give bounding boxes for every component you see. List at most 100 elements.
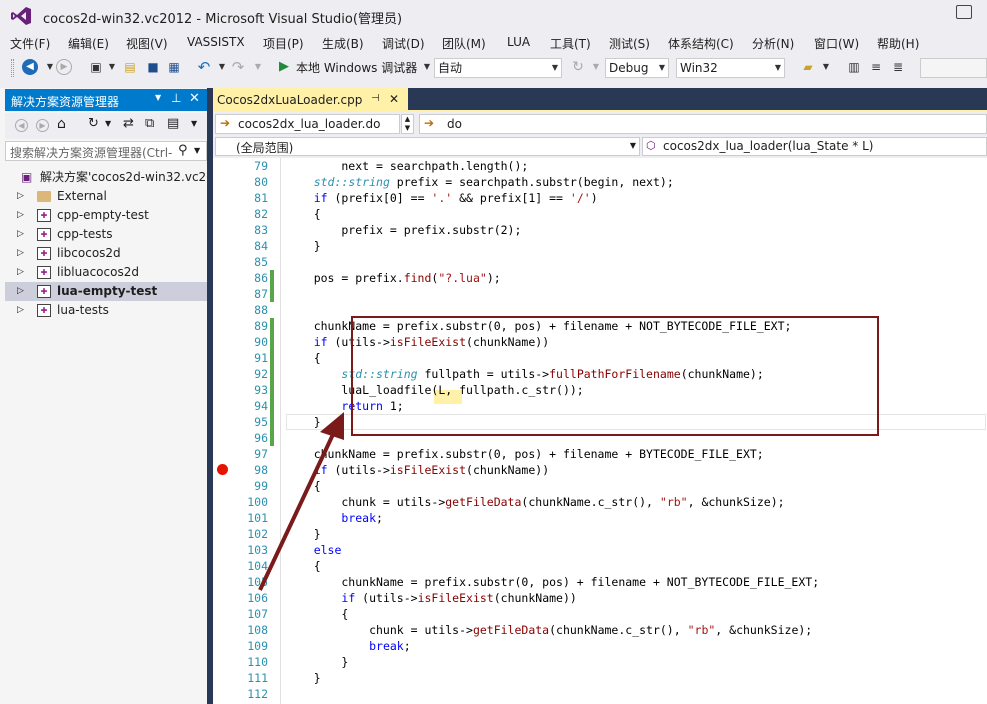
home-icon[interactable]: ⌂ bbox=[57, 116, 66, 132]
menu-help[interactable]: 帮助(H) bbox=[877, 35, 919, 52]
search-options-dropdown-icon[interactable]: ▼ bbox=[194, 146, 200, 155]
pin-tab-icon[interactable]: ⊣ bbox=[371, 93, 380, 104]
pending-changes-icon[interactable]: ⇄ bbox=[123, 116, 134, 131]
menu-team[interactable]: 团队(M) bbox=[442, 35, 486, 52]
cpp-project-icon: ✚ bbox=[37, 228, 51, 241]
collapse-all-icon[interactable]: ⧉ bbox=[145, 116, 154, 131]
undo-dropdown-icon[interactable]: ▼ bbox=[214, 59, 230, 75]
sync-icon[interactable]: ↻ bbox=[88, 116, 99, 131]
code-line[interactable]: std::string prefix = searchpath.substr(b… bbox=[286, 174, 674, 190]
code-line[interactable]: { bbox=[286, 606, 348, 622]
breakpoint-icon[interactable] bbox=[217, 464, 228, 475]
feedback-icon[interactable] bbox=[956, 5, 972, 19]
show-all-files-icon[interactable]: ▤ bbox=[167, 116, 179, 131]
tree-item-solution[interactable]: ▣ 解决方案'cocos2d-win32.vc20 bbox=[5, 168, 207, 187]
va-symbol-combo[interactable]: ➔ do bbox=[419, 114, 987, 134]
code-line[interactable]: next = searchpath.length(); bbox=[286, 158, 528, 174]
open-file-icon[interactable]: ▤ bbox=[122, 59, 138, 75]
redo-dropdown-icon[interactable]: ▼ bbox=[250, 59, 266, 75]
save-icon[interactable]: ■ bbox=[145, 59, 161, 75]
tree-item-project[interactable]: ▷ ✚ cpp-tests bbox=[5, 225, 207, 244]
code-line[interactable]: } bbox=[286, 238, 321, 254]
undo-icon[interactable]: ↶ bbox=[196, 59, 212, 75]
code-line[interactable]: chunk = utils->getFileData(chunkName.c_s… bbox=[286, 494, 784, 510]
code-line[interactable]: pos = prefix.find("?.lua"); bbox=[286, 270, 501, 286]
start-debug-icon[interactable]: ▶ bbox=[276, 59, 292, 75]
code-line[interactable]: chunkName = prefix.substr(0, pos) + file… bbox=[286, 574, 819, 590]
code-line[interactable]: } bbox=[286, 654, 348, 670]
menu-debug[interactable]: 调试(D) bbox=[382, 35, 425, 52]
uncomment-icon[interactable]: ≣ bbox=[890, 59, 906, 75]
expand-arrow-icon[interactable]: ▷ bbox=[17, 206, 24, 225]
expand-arrow-icon[interactable]: ▷ bbox=[17, 187, 24, 206]
line-number: 79 bbox=[254, 159, 268, 173]
code-line[interactable]: prefix = prefix.substr(2); bbox=[286, 222, 521, 238]
tree-item-external[interactable]: ▷ External bbox=[5, 187, 207, 206]
solution-search-box[interactable]: 搜索解决方案资源管理器(Ctrl- ⚲ ▼ bbox=[5, 141, 207, 161]
solution-config-mode-select[interactable]: 自动 ▼ bbox=[434, 58, 562, 78]
document-outline-icon[interactable]: ▥ bbox=[846, 59, 862, 75]
menu-lua[interactable]: LUA bbox=[507, 35, 530, 49]
search-icon[interactable]: ⚲ bbox=[178, 143, 188, 158]
tree-item-project-selected[interactable]: ▷ ✚ lua-empty-test bbox=[5, 282, 207, 301]
solution-icon: ▣ bbox=[21, 170, 33, 184]
expand-arrow-icon[interactable]: ▷ bbox=[17, 244, 24, 263]
expand-arrow-icon[interactable]: ▷ bbox=[17, 225, 24, 244]
menu-test[interactable]: 测试(S) bbox=[609, 35, 650, 52]
method-icon: ⬡ bbox=[646, 139, 656, 152]
more-dropdown-icon[interactable]: ▼ bbox=[191, 119, 197, 128]
va-file-combo[interactable]: ➔ cocos2dx_lua_loader.do bbox=[215, 114, 400, 134]
navigate-forward-icon[interactable]: ▶ bbox=[56, 59, 72, 75]
function-select[interactable]: ⬡ cocos2dx_lua_loader(lua_State * L) bbox=[642, 137, 987, 156]
code-line[interactable]: chunk = utils->getFileData(chunkName.c_s… bbox=[286, 622, 812, 638]
va-spin-button[interactable]: ▲ ▼ bbox=[401, 114, 414, 134]
comment-icon[interactable]: ≡ bbox=[868, 59, 884, 75]
expand-arrow-icon[interactable]: ▷ bbox=[17, 282, 24, 301]
tree-item-project[interactable]: ▷ ✚ lua-tests bbox=[5, 301, 207, 320]
menu-build[interactable]: 生成(B) bbox=[322, 35, 364, 52]
platform-select[interactable]: Win32 ▼ bbox=[676, 58, 785, 78]
line-number: 80 bbox=[254, 175, 268, 189]
refresh-icon[interactable]: ↻ bbox=[570, 59, 586, 75]
pin-icon[interactable]: ⊥ bbox=[171, 91, 181, 105]
menu-file[interactable]: 文件(F) bbox=[10, 35, 50, 52]
code-line[interactable]: { bbox=[286, 206, 321, 222]
code-line[interactable]: break; bbox=[286, 638, 411, 654]
close-tab-icon[interactable]: ✕ bbox=[389, 92, 399, 106]
tree-item-project[interactable]: ▷ ✚ cpp-empty-test bbox=[5, 206, 207, 225]
window-position-icon[interactable]: ▼ bbox=[155, 93, 161, 102]
menu-architecture[interactable]: 体系结构(C) bbox=[668, 35, 734, 52]
code-line[interactable]: { bbox=[286, 350, 321, 366]
back-icon[interactable]: ◀ bbox=[15, 119, 28, 132]
code-line[interactable]: } bbox=[286, 670, 321, 686]
sync-dropdown-icon[interactable]: ▼ bbox=[105, 119, 111, 128]
quick-launch-input[interactable] bbox=[920, 58, 987, 78]
expand-arrow-icon[interactable]: ▷ bbox=[17, 301, 24, 320]
navigate-back-icon[interactable]: ◀ bbox=[22, 59, 38, 75]
redo-icon[interactable]: ↷ bbox=[230, 59, 246, 75]
code-line[interactable]: if (prefix[0] == '.' && prefix[1] == '/'… bbox=[286, 190, 598, 206]
tree-item-project[interactable]: ▷ ✚ libcocos2d bbox=[5, 244, 207, 263]
find-dropdown-icon[interactable]: ▼ bbox=[818, 59, 834, 75]
find-in-files-icon[interactable]: ▰ bbox=[800, 59, 816, 75]
refresh-dropdown-icon[interactable]: ▼ bbox=[588, 59, 604, 75]
menu-vassistx[interactable]: VASSISTX bbox=[187, 35, 245, 49]
close-icon[interactable]: ✕ bbox=[189, 91, 200, 106]
debugger-label[interactable]: 本地 Windows 调试器 bbox=[296, 59, 417, 76]
menu-edit[interactable]: 编辑(E) bbox=[68, 35, 109, 52]
configuration-select[interactable]: Debug ▼ bbox=[605, 58, 669, 78]
debugger-dropdown-icon[interactable]: ▼ bbox=[419, 59, 435, 75]
menu-view[interactable]: 视图(V) bbox=[126, 35, 168, 52]
tree-item-project[interactable]: ▷ ✚ libluacocos2d bbox=[5, 263, 207, 282]
menu-tools[interactable]: 工具(T) bbox=[550, 35, 591, 52]
forward-icon[interactable]: ▶ bbox=[36, 119, 49, 132]
new-dropdown-icon[interactable]: ▼ bbox=[104, 59, 120, 75]
menu-window[interactable]: 窗口(W) bbox=[814, 35, 859, 52]
menu-project[interactable]: 项目(P) bbox=[263, 35, 304, 52]
menu-analyze[interactable]: 分析(N) bbox=[752, 35, 794, 52]
expand-arrow-icon[interactable]: ▷ bbox=[17, 263, 24, 282]
tab-cocos2dxlualoader[interactable]: Cocos2dxLuaLoader.cpp ⊣ ✕ bbox=[213, 88, 408, 112]
new-project-icon[interactable]: ▣ bbox=[88, 59, 104, 75]
save-all-icon[interactable]: ▦ bbox=[166, 59, 182, 75]
scope-select[interactable]: (全局范围) ▼ bbox=[215, 137, 640, 156]
